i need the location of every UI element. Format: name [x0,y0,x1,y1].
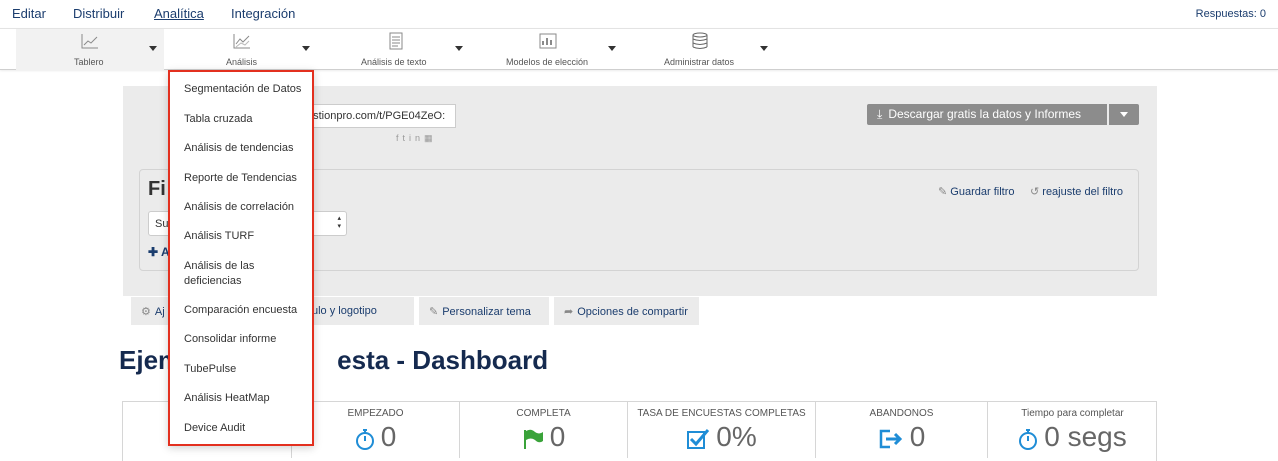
qr-icon[interactable]: ▦ [424,133,437,143]
chevron-down-icon[interactable] [455,46,463,51]
menu-item-tabla-cruzada[interactable]: Tabla cruzada [184,112,310,127]
toolbar-label: Modelos de elección [506,57,589,67]
stat-value: 0 [292,421,459,453]
flag-icon [523,429,543,449]
chevron-down-icon[interactable] [760,46,768,51]
edit-icon: ✎ [938,186,951,198]
share-icon: ➦ [564,306,574,318]
download-button[interactable]: ⤓ Descargar gratis la datos y Informes [867,104,1107,125]
nav-analitica[interactable]: Analítica [154,6,204,21]
tab-label: Opciones de compartir [577,306,688,318]
menu-item-reporte-tendencias[interactable]: Reporte de Tendencias [184,171,310,186]
chevron-down-icon[interactable] [608,46,616,51]
stat-label: EMPEZADO [347,408,404,419]
menu-item-comparacion[interactable]: Comparación encuesta [184,303,310,318]
stopwatch-icon [1019,428,1038,450]
survey-url-field[interactable]: estionpro.com/t/PGE04ZeO: [300,104,456,128]
stat-label: COMPLETA [516,408,571,419]
stat-cell: ABANDONOS 0 [815,401,987,458]
choice-chart-icon [539,33,557,49]
stat-value: 0 [460,421,627,453]
toolbar-tablero[interactable]: Tablero [16,29,164,70]
download-label: Descargar gratis la datos y Informes [888,107,1082,121]
tab-titulo-logotipo[interactable]: ulo y logotipo [302,297,414,325]
tab-label: ulo y logotipo [312,305,377,317]
responses-count: Respuestas: 0 [1195,8,1266,20]
nav-editar[interactable]: Editar [12,6,46,21]
reset-filter-label: reajuste del filtro [1042,186,1123,198]
stat-cell: Tiempo para completar 0 segs [987,401,1157,458]
toolbar-analisis[interactable]: Análisis [164,29,314,70]
toolbar-label: Análisis de texto [361,57,427,67]
menu-item-deficiencias[interactable]: Análisis de las deficiencias [184,259,274,289]
chevron-down-icon[interactable] [149,46,157,51]
analysis-dropdown-menu: Segmentación de Datos Tabla cruzada Anál… [168,70,314,446]
chevron-down-icon[interactable] [302,46,310,51]
menu-item-analisis-tendencias[interactable]: Análisis de tendencias [184,141,310,156]
toolbar-datos[interactable]: Administrar datos [622,29,776,70]
download-dropdown-button[interactable] [1109,104,1139,125]
toolbar-modelos[interactable]: Modelos de elección [468,29,622,70]
tab-opciones-compartir[interactable]: ➦ Opciones de compartir [554,297,699,325]
toolbar-label: Análisis [226,57,258,67]
stat-label: Tiempo para completar [1021,408,1124,419]
menu-item-turf[interactable]: Análisis TURF [184,229,310,244]
download-icon: ⤓ [877,107,883,121]
stat-value: 0% [628,421,815,453]
menu-item-device-audit[interactable]: Device Audit [184,421,310,436]
filter-title: Fi [148,178,166,200]
gears-icon: ⚙ [141,306,151,318]
exit-icon [879,429,902,448]
stat-cell: EMPEZADO 0 [291,401,459,458]
add-filter-link[interactable]: ✚ A [148,245,170,259]
social-icons: ftin▦ [396,133,437,144]
stat-cell: COMPLETA 0 [459,401,627,458]
top-nav: Editar Distribuir Analítica Integración … [0,0,1278,28]
toolbar-texto[interactable]: Análisis de texto [314,29,468,70]
edit-icon: ✎ [429,306,439,318]
menu-item-tubepulse[interactable]: TubePulse [184,362,310,377]
database-icon [692,32,708,49]
stat-value: 0 segs [988,421,1157,453]
menu-item-segmentacion[interactable]: Segmentación de Datos [184,82,310,97]
line-chart-icon [81,34,98,49]
nav-distribuir[interactable]: Distribuir [73,6,124,21]
stat-label: TASA DE ENCUESTAS COMPLETAS [637,408,806,419]
analytics-toolbar: Tablero Análisis Análisis de texto Model… [0,28,1278,70]
linkedin-icon[interactable]: in [409,133,424,143]
stat-label: ABANDONOS [869,408,934,419]
stat-value: 0 [816,421,987,453]
menu-item-correlacion[interactable]: Análisis de correlación [184,200,310,215]
text-document-icon [389,32,403,50]
menu-item-consolidar[interactable]: Consolidar informe [184,332,310,347]
toolbar-label: Tablero [74,57,104,67]
analysis-chart-icon [233,34,250,49]
tab-label: Personalizar tema [442,306,531,318]
stopwatch-icon [355,428,374,450]
reset-filter-link[interactable]: ↺ reajuste del filtro [1030,185,1123,198]
nav-integracion[interactable]: Integración [231,6,295,21]
reset-icon: ↺ [1030,186,1043,198]
page-title-end: esta - Dashboard [337,345,549,375]
checkbox-icon [687,428,710,449]
save-filter-label: Guardar filtro [950,186,1015,198]
save-filter-link[interactable]: ✎ Guardar filtro [938,185,1014,198]
menu-item-heatmap[interactable]: Análisis HeatMap [184,391,310,406]
plus-icon: ✚ [148,245,161,259]
tab-personalizar-tema[interactable]: ✎ Personalizar tema [419,297,549,325]
filter-select-value: Su [155,218,169,230]
stat-cell: TASA DE ENCUESTAS COMPLETAS 0% [627,401,815,458]
tab-label: Aj [154,306,165,318]
toolbar-label: Administrar datos [664,57,735,67]
